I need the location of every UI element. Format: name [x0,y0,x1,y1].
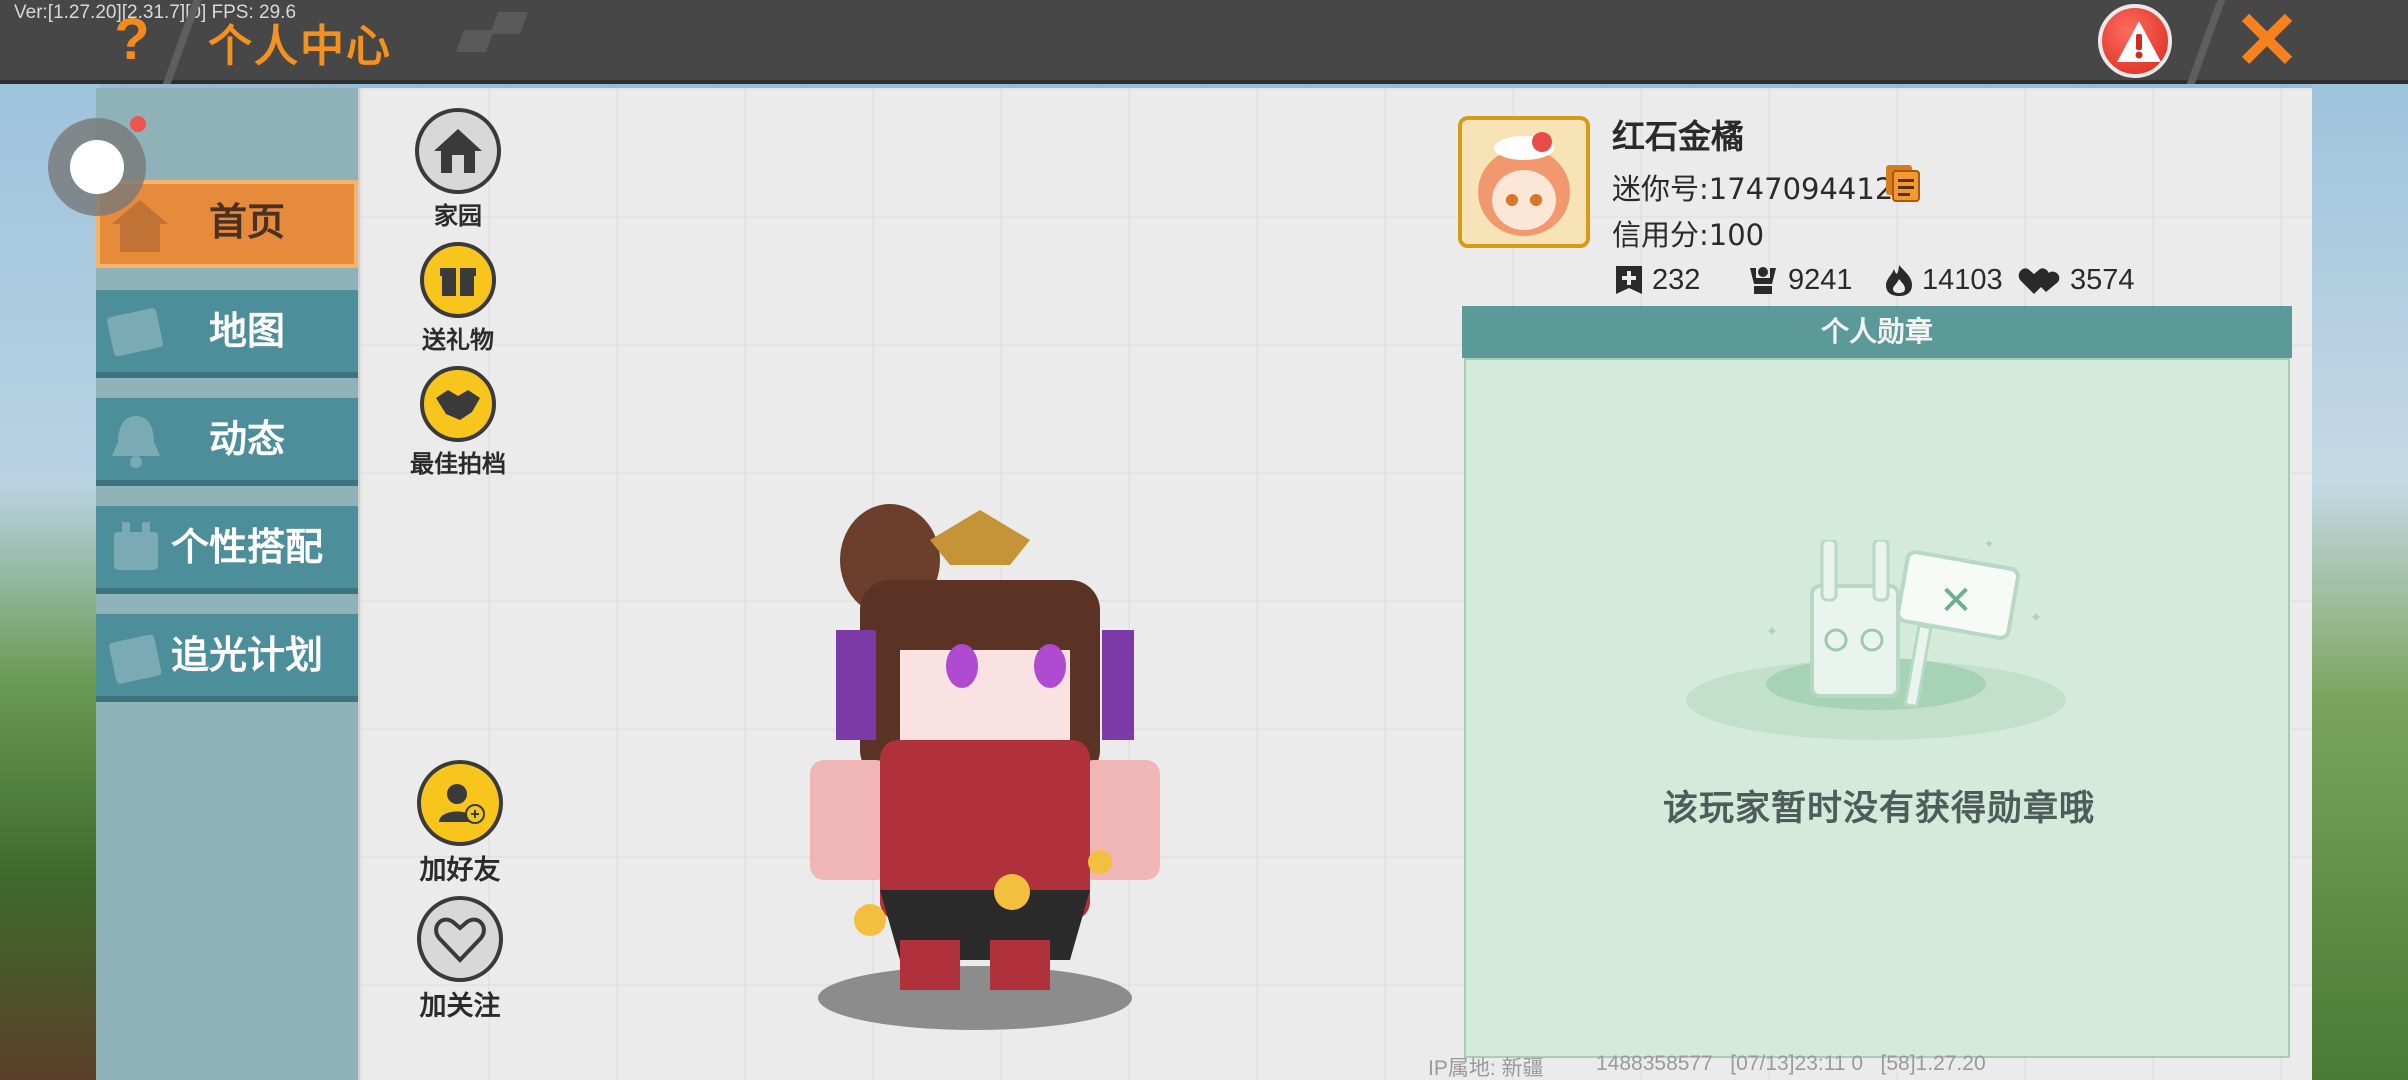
mini-id: 迷你号:1747094412 [1612,172,1894,206]
stat-trophy: 9241 [1746,262,1853,298]
gift-icon [440,268,476,296]
stat-likes: 3574 [2018,262,2135,298]
copy-icon[interactable] [1884,163,1922,203]
add-user-icon [439,784,485,824]
warning-icon [2117,21,2161,62]
svg-text:✦: ✦ [1984,540,1994,551]
outfit-icon [114,522,158,570]
background-right [2312,84,2408,1080]
svg-text:✦: ✦ [2030,610,2042,626]
add-icon [1616,266,1642,294]
empty-medal-message: 该玩家暂时没有获得勋章哦 [1662,789,2095,829]
heart-icon [434,917,486,963]
medal-panel-title: 个人勋章 [1462,306,2292,358]
divider [2186,0,2226,84]
svg-text:✦: ✦ [1766,624,1778,640]
map-icon [107,308,163,357]
best-partner-button[interactable]: 最佳拍档 [394,366,522,479]
sidebar-item-outfit[interactable]: 个性搭配 [96,506,358,594]
house-icon [434,129,482,173]
sidebar-item-label: 动态 [208,417,285,461]
sidebar-item-label: 首页 [208,200,285,244]
nickname: 红石金橘 [1612,117,1744,156]
medal-panel: ✕ ✦ ✦ ✦ 该玩家暂时没有获得勋章哦 [1464,358,2290,1058]
handshake-icon [436,390,480,420]
server-info: 1488358577 [07/13]23:11 0 [58]1.27.20 [1596,1052,1986,1075]
close-icon: ✕ [2233,0,2301,85]
empty-medal-illustration: ✕ ✦ ✦ ✦ [1686,540,2066,740]
credit-score: 信用分:100 [1612,218,1765,252]
homeland-button[interactable]: 家园 [404,108,512,231]
bell-icon [112,416,160,468]
character-model [810,504,1160,990]
stat-popularity: 14103 [1884,262,2003,298]
sidebar-item-label: 个性搭配 [170,525,323,569]
calendar-icon [109,634,162,684]
avatar-image [1462,120,1586,244]
screen-record-button[interactable] [48,116,146,216]
report-button[interactable] [2098,4,2172,78]
trophy-icon [1750,267,1776,294]
notification-dot [130,116,146,132]
sidebar-item-label: 追光计划 [170,633,323,677]
page-title: 个人中心 [208,21,392,72]
stat-add: 232 [1614,262,1700,298]
sidebar-item-label: 地图 [208,309,285,353]
hearts-icon [2018,268,2060,294]
background-left [0,84,100,1080]
avatar[interactable] [1458,116,1590,248]
add-friend-button[interactable]: 加好友 [406,760,514,887]
close-button[interactable]: ✕ [2232,1,2302,81]
follow-button[interactable]: 加关注 [406,896,514,1023]
ip-location: IP属地: 新疆 [1428,1057,1544,1080]
sidebar-item-feed[interactable]: 动态 [96,398,358,486]
svg-text:✕: ✕ [1939,578,1973,624]
send-gift-button[interactable]: 送礼物 [404,242,512,355]
help-button[interactable]: ? [104,8,160,72]
question-mark-icon: ? [114,7,150,72]
sidebar-item-chase-light[interactable]: 追光计划 [96,614,358,702]
sidebar-item-map[interactable]: 地图 [96,290,358,378]
top-bar: Ver:[1.27.20][2.31.7][0] FPS: 29.6 ? 个人中… [0,0,2408,84]
flame-icon [1886,265,1912,296]
